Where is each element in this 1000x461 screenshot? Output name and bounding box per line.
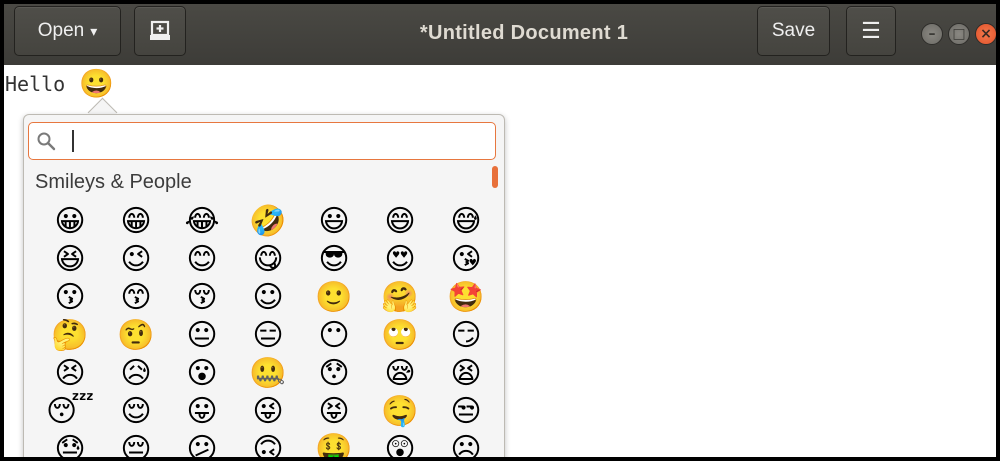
emoji-button[interactable]: 😆: [37, 241, 103, 279]
emoji-grid: 😀 😁 😂 🤣 😃 😄 😅 😆 😉 😊 😋 😎 😍 😘 😗 😙 😚 ☺ 🙂 🤗 🤩 🤔 🤨 😐 😑 😶 🙄 😏 😣 😥 😮 🤐 😯 😪 😫 😴 😌 😛 😜 😝…: [37, 203, 499, 458]
close-icon: ×: [980, 26, 992, 42]
emoji-button[interactable]: 😁: [103, 203, 169, 241]
emoji-button[interactable]: 😮: [169, 355, 235, 393]
emoji-button[interactable]: ☺: [235, 279, 301, 317]
minimize-icon: –: [928, 26, 936, 42]
gedit-window: Open ▾ *Untitled Document 1 Save ☰ – □ ×: [4, 4, 996, 457]
emoji-button[interactable]: 🤗: [367, 279, 433, 317]
emoji-button[interactable]: 🤣: [235, 203, 301, 241]
emoji-button[interactable]: 😄: [367, 203, 433, 241]
emoji-button[interactable]: 😋: [235, 241, 301, 279]
emoji-button[interactable]: 😫: [433, 355, 499, 393]
emoji-button[interactable]: 😗: [37, 279, 103, 317]
emoji-button[interactable]: 😀: [37, 203, 103, 241]
emoji-button[interactable]: 🤤: [367, 393, 433, 431]
chevron-down-icon: ▾: [90, 22, 98, 39]
emoji-button[interactable]: 🤐: [235, 355, 301, 393]
save-button[interactable]: Save: [757, 6, 830, 56]
emoji-button[interactable]: 😓: [37, 431, 103, 458]
maximize-button[interactable]: □: [948, 23, 970, 45]
document-text-content: Hello: [5, 72, 66, 96]
emoji-button[interactable]: 😛: [169, 393, 235, 431]
emoji-button[interactable]: 😎: [301, 241, 367, 279]
emoji-section-title: Smileys & People: [35, 171, 192, 193]
emoji-button[interactable]: 😏: [433, 317, 499, 355]
minimize-button[interactable]: –: [921, 23, 943, 45]
emoji-button[interactable]: 🤔: [37, 317, 103, 355]
emoji-button[interactable]: 😯: [301, 355, 367, 393]
emoji-button[interactable]: 😊: [169, 241, 235, 279]
emoji-button[interactable]: 🙄: [367, 317, 433, 355]
header-bar: Open ▾ *Untitled Document 1 Save ☰ – □ ×: [4, 4, 996, 66]
emoji-button[interactable]: 😙: [103, 279, 169, 317]
inserted-emoji: 😀: [79, 67, 115, 100]
emoji-button[interactable]: 🙂: [301, 279, 367, 317]
emoji-button[interactable]: 😍: [367, 241, 433, 279]
emoji-button[interactable]: 😕: [169, 431, 235, 458]
emoji-button[interactable]: 😉: [103, 241, 169, 279]
emoji-button[interactable]: 😣: [37, 355, 103, 393]
hamburger-menu-button[interactable]: ☰: [846, 6, 896, 56]
emoji-search-field[interactable]: [28, 122, 496, 160]
emoji-button[interactable]: 😴: [37, 393, 103, 431]
emoji-button[interactable]: 😌: [103, 393, 169, 431]
emoji-button[interactable]: 😃: [301, 203, 367, 241]
emoji-button[interactable]: 🙃: [235, 431, 301, 458]
emoji-button[interactable]: 😘: [433, 241, 499, 279]
hamburger-icon: ☰: [861, 18, 881, 43]
close-button[interactable]: ×: [975, 23, 996, 45]
emoji-button[interactable]: 🤑: [301, 431, 367, 458]
open-button[interactable]: Open ▾: [14, 6, 121, 56]
emoji-chooser-popover: Smileys & People 😀 😁 😂 🤣 😃 😄 😅 😆 😉 😊 😋 😎 😍 😘 😗 😙 😚 ☺ 🙂 🤗 🤩 🤔 🤨…: [23, 114, 505, 457]
emoji-button[interactable]: 😐: [169, 317, 235, 355]
window-title: *Untitled Document 1: [419, 22, 629, 44]
emoji-button[interactable]: 😪: [367, 355, 433, 393]
emoji-button[interactable]: 😲: [367, 431, 433, 458]
document-text: Hello 😀: [5, 67, 114, 101]
emoji-button[interactable]: 😅: [433, 203, 499, 241]
emoji-button[interactable]: 😒: [433, 393, 499, 431]
popover-scrollbar[interactable]: [492, 166, 498, 188]
emoji-button[interactable]: 😝: [301, 393, 367, 431]
maximize-icon: □: [952, 26, 966, 42]
emoji-button[interactable]: 😜: [235, 393, 301, 431]
open-label: Open: [37, 20, 85, 41]
new-document-icon: [150, 20, 170, 40]
emoji-button[interactable]: ☹: [433, 431, 499, 458]
emoji-button[interactable]: 😔: [103, 431, 169, 458]
emoji-button[interactable]: 🤩: [433, 279, 499, 317]
new-tab-button[interactable]: [134, 6, 186, 56]
emoji-button[interactable]: 😶: [301, 317, 367, 355]
text-cursor: [72, 130, 74, 152]
emoji-button[interactable]: 🤨: [103, 317, 169, 355]
search-icon: [29, 131, 63, 151]
emoji-button[interactable]: 😂: [169, 203, 235, 241]
emoji-button[interactable]: 😑: [235, 317, 301, 355]
emoji-button[interactable]: 😚: [169, 279, 235, 317]
emoji-search-input[interactable]: [63, 126, 495, 156]
emoji-button[interactable]: 😥: [103, 355, 169, 393]
